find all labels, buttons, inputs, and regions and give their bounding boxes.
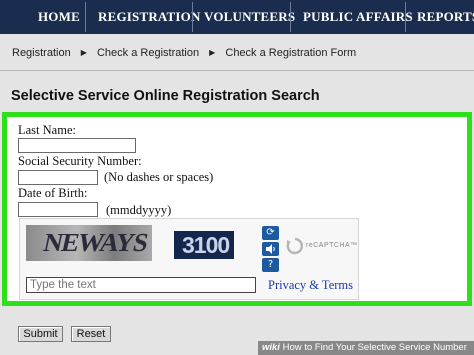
- top-navigation: HOME REGISTRATION VOLUNTEERS PUBLIC AFFA…: [0, 0, 474, 34]
- nav-public-affairs[interactable]: PUBLIC AFFAIRS: [303, 0, 413, 34]
- breadcrumb-registration[interactable]: Registration: [12, 47, 71, 59]
- nav-reports[interactable]: REPORTS: [417, 0, 474, 34]
- breadcrumb-check-registration[interactable]: Check a Registration: [97, 47, 199, 59]
- breadcrumb: Registration ▶ Check a Registration ▶ Ch…: [12, 47, 356, 59]
- dob-label: Date of Birth:: [18, 186, 88, 200]
- page-title: Selective Service Online Registration Se…: [11, 88, 320, 104]
- submit-button[interactable]: Submit: [18, 326, 63, 342]
- nav-registration[interactable]: REGISTRATION: [98, 0, 201, 34]
- dob-hint: (mmddyyyy): [106, 203, 172, 217]
- watermark-brand: wiki: [262, 342, 280, 353]
- recaptcha-logo: reCAPTCHA™: [286, 237, 357, 257]
- help-icon[interactable]: ?: [262, 258, 279, 272]
- watermark-text: How to Find Your Selective Service Numbe…: [282, 342, 467, 353]
- nav-divider: [85, 2, 86, 32]
- divider: [0, 70, 474, 71]
- captcha-text-input[interactable]: [26, 277, 256, 293]
- breadcrumb-current-page: Check a Registration Form: [225, 47, 357, 59]
- registration-search-form: Last Name: Social Security Number: (No d…: [2, 112, 472, 306]
- ssn-input[interactable]: [18, 170, 98, 185]
- nav-volunteers[interactable]: VOLUNTEERS: [204, 0, 295, 34]
- nav-divider: [290, 2, 291, 32]
- last-name-label: Last Name:: [18, 123, 76, 137]
- nav-divider: [405, 2, 406, 32]
- wikihow-watermark: wiki How to Find Your Selective Service …: [258, 341, 474, 355]
- ssn-hint: (No dashes or spaces): [104, 170, 214, 184]
- captcha-widget: NEWAYS 3100 ⟳ ? reCAPTCHA™ Privacy & Ter…: [19, 218, 359, 300]
- captcha-image-word: NEWAYS: [26, 225, 152, 261]
- breadcrumb-arrow-icon: ▶: [209, 48, 216, 57]
- ssn-label: Social Security Number:: [18, 154, 142, 168]
- audio-icon[interactable]: [262, 242, 279, 256]
- breadcrumb-arrow-icon: ▶: [80, 48, 87, 57]
- privacy-terms-link[interactable]: Privacy & Terms: [268, 278, 353, 293]
- nav-divider: [192, 2, 193, 32]
- captcha-image-number: 3100: [174, 231, 234, 259]
- refresh-icon[interactable]: ⟳: [262, 226, 279, 240]
- dob-input[interactable]: [18, 202, 98, 217]
- nav-home[interactable]: HOME: [38, 0, 80, 34]
- reset-button[interactable]: Reset: [71, 326, 111, 342]
- last-name-input[interactable]: [18, 138, 136, 153]
